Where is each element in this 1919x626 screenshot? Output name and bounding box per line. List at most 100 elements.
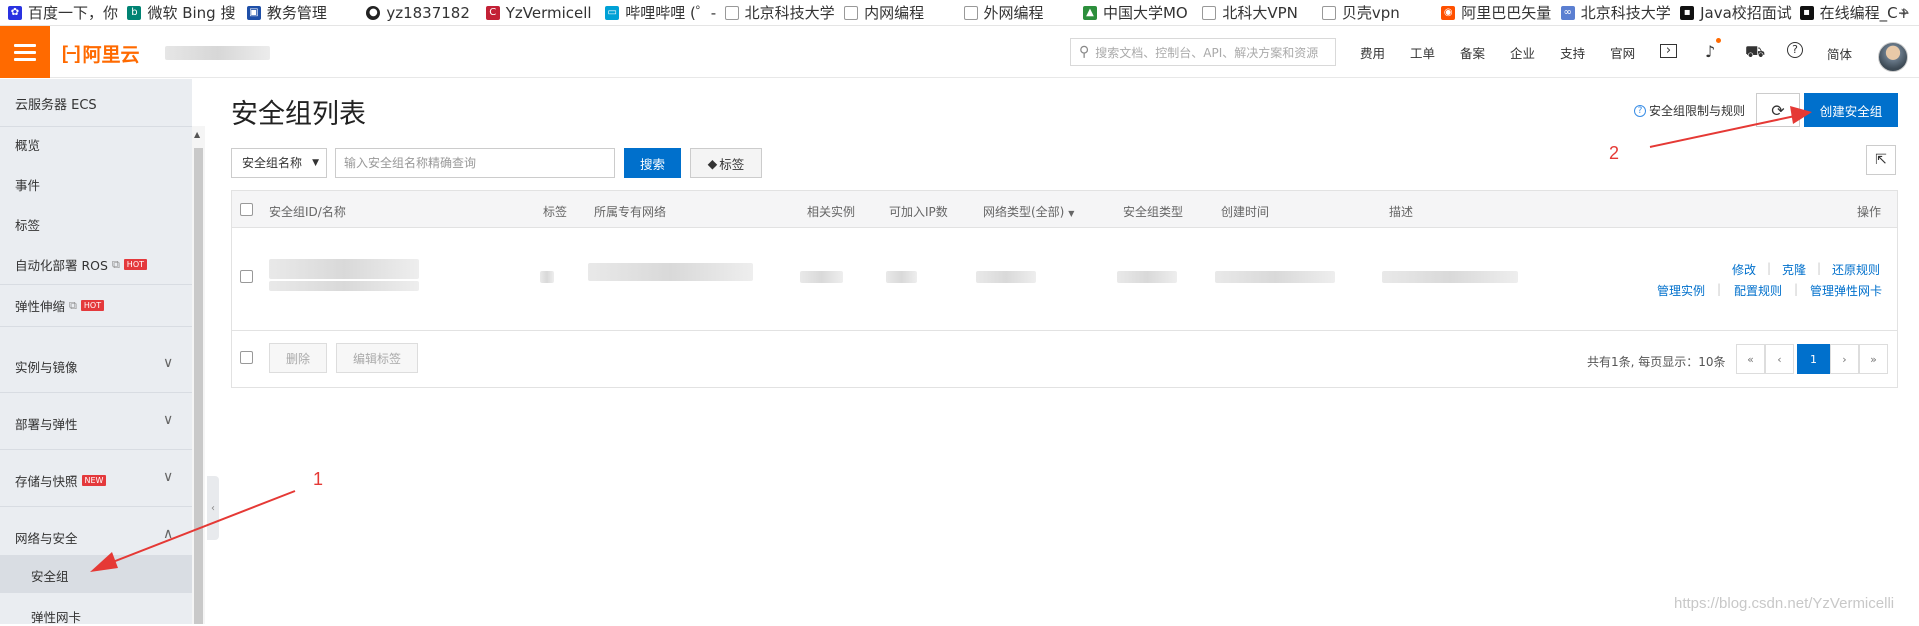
chevron-up-icon[interactable]: ∧ [163, 526, 173, 542]
divider [0, 126, 192, 127]
sidebar-group-storage-snapshot[interactable]: 存储与快照 NEW [15, 471, 107, 490]
manage-eni-link[interactable]: 管理弹性网卡 [1810, 282, 1882, 299]
delete-button[interactable]: 删除 [269, 343, 327, 373]
aliyun-logo[interactable]: [−] 阿里云 [62, 40, 140, 67]
menu-icon[interactable] [0, 26, 50, 78]
sidebar-item-events[interactable]: 事件 [15, 175, 40, 194]
sidebar-group-instances-images[interactable]: 实例与镜像 [15, 357, 78, 376]
hot-badge: HOT [123, 259, 147, 270]
scrollbar-thumb[interactable] [194, 148, 203, 624]
row-checkbox[interactable] [240, 270, 253, 283]
bookmark-iconfont[interactable]: ◉ 阿里巴巴矢量 [1441, 2, 1556, 23]
nowcoder-icon: ▪ [1799, 5, 1814, 20]
page-icon [844, 5, 859, 20]
restore-rules-link[interactable]: 还原规则 [1832, 261, 1880, 278]
sidebar-item-ros[interactable]: 自动化部署 ROS ⧉ HOT [15, 255, 147, 274]
col-network-type[interactable]: 网络类型(全部) ▼ [983, 203, 1074, 220]
bookmark-mooc[interactable]: ▲ 中国大学MO [1082, 2, 1198, 23]
pagination-page-1[interactable]: 1 [1797, 344, 1830, 374]
bookmark-bing[interactable]: b 微软 Bing 搜 [127, 2, 242, 23]
edit-tags-button[interactable]: 编辑标签 [336, 343, 418, 373]
refresh-button[interactable]: ⟳ [1756, 93, 1800, 127]
search-button[interactable]: 搜索 [624, 148, 681, 178]
chevron-down-icon[interactable]: ∨ [163, 412, 173, 428]
export-button[interactable]: ⇱ [1866, 145, 1896, 175]
notification-dot [1716, 38, 1721, 43]
caret-down-icon: ▼ [312, 158, 319, 168]
sidebar-item-auto-scaling[interactable]: 弹性伸缩 ⧉ HOT [15, 296, 105, 315]
sidebar-item-eni[interactable]: 弹性网卡 [31, 607, 81, 626]
page-title: 安全组列表 [231, 99, 366, 130]
pagination-first[interactable]: « [1736, 344, 1765, 374]
divider [0, 449, 192, 450]
paw-icon: ✿ [8, 5, 22, 20]
bookmark-java-interview[interactable]: ▪ Java校招面试 [1680, 2, 1795, 23]
bookmark-ustb-1[interactable]: 北京科技大学 [724, 2, 840, 23]
nav-link-ticket[interactable]: 工单 [1410, 43, 1435, 62]
sidebar-item-overview[interactable]: 概览 [15, 135, 40, 154]
divider [0, 284, 192, 285]
col-instances: 相关实例 [807, 205, 856, 219]
chevron-down-icon[interactable]: ∨ [163, 355, 173, 371]
bookmark-baidu[interactable]: ✿ 百度一下，你 [8, 2, 123, 23]
sg-type-cell-redacted [1117, 271, 1177, 283]
bookmark-intranet-coding[interactable]: 内网编程 [844, 2, 959, 23]
nav-link-filing[interactable]: 备案 [1460, 43, 1485, 62]
bookmark-bilibili[interactable]: ▭ 哔哩哔哩 (゜- [605, 2, 720, 23]
pagination-next[interactable]: › [1830, 344, 1859, 374]
select-all-checkbox[interactable] [240, 203, 253, 216]
sidebar-collapse-handle[interactable]: ‹ [207, 476, 219, 540]
sidebar-group-network-security[interactable]: 网络与安全 [15, 528, 78, 547]
help-icon: ? [1634, 104, 1646, 117]
divider [0, 506, 192, 507]
page-icon [963, 5, 978, 20]
external-link-icon: ⧉ [111, 257, 120, 271]
create-security-group-button[interactable]: 创建安全组 [1804, 93, 1898, 127]
pagination-prev[interactable]: ‹ [1765, 344, 1794, 374]
nav-link-billing[interactable]: 费用 [1360, 43, 1385, 62]
aliyun-logo-icon: [−] [62, 43, 80, 63]
footer-select-all-checkbox[interactable] [240, 351, 253, 364]
bookmarks-bar: ✿ 百度一下，你 b 微软 Bing 搜 ▣ 教务管理 ● yz1837182 C YzV… [0, 0, 1919, 26]
bookmark-beike-vpn[interactable]: 贝壳vpn [1321, 2, 1437, 23]
divider: | [1767, 261, 1772, 275]
language-switch[interactable]: 简体 [1827, 44, 1852, 63]
nav-link-official-site[interactable]: 官网 [1610, 43, 1635, 62]
annotation-label-1: 1 [313, 469, 324, 489]
terminal-icon[interactable]: › [1660, 44, 1677, 58]
cart-icon[interactable]: ⛟ [1745, 42, 1765, 63]
scroll-up-icon[interactable]: ▲ [194, 130, 200, 139]
security-group-search-input[interactable]: 输入安全组名称精确查询 [335, 148, 615, 178]
sidebar-item-security-group[interactable]: 安全组 [31, 566, 69, 585]
bookmark-external-coding[interactable]: 外网编程 [963, 2, 1079, 23]
bookmark-github[interactable]: ● yz1837182 [366, 4, 481, 22]
tag-filter-button[interactable]: ◆ 标签 [690, 148, 762, 178]
avatar[interactable] [1878, 42, 1908, 72]
limits-and-rules-link[interactable]: ? 安全组限制与规则 [1634, 102, 1745, 119]
bookmark-ustb-2[interactable]: ∞ 北京科技大学 [1560, 2, 1676, 23]
configure-rules-link[interactable]: 配置规则 [1734, 282, 1782, 299]
divider: | [1817, 261, 1822, 275]
bell-icon[interactable]: ♪ [1705, 42, 1715, 61]
bookmark-online-coding[interactable]: ▪ 在线编程_C+ [1799, 2, 1915, 23]
description-cell-redacted [1382, 271, 1518, 283]
global-search-input[interactable]: ⚲ 搜索文档、控制台、API、解决方案和资源 [1070, 38, 1336, 66]
bookmark-jiaowu[interactable]: ▣ 教务管理 [246, 2, 362, 23]
clone-link[interactable]: 克隆 [1782, 261, 1806, 278]
sidebar-item-tags[interactable]: 标签 [15, 215, 40, 234]
sg-id-redacted[interactable] [269, 259, 419, 279]
nav-link-support[interactable]: 支持 [1560, 43, 1585, 62]
help-icon[interactable]: ? [1787, 42, 1803, 58]
bookmark-csdn[interactable]: C YzVermicell [485, 4, 601, 22]
col-tags: 标签 [543, 205, 568, 219]
sidebar-group-deploy-elastic[interactable]: 部署与弹性 [15, 414, 78, 433]
modify-link[interactable]: 修改 [1732, 261, 1756, 278]
pagination-last[interactable]: » [1859, 344, 1888, 374]
bookmark-vpn[interactable]: 北科大VPN [1202, 2, 1317, 23]
manage-instances-link[interactable]: 管理实例 [1657, 282, 1705, 299]
chevron-down-icon[interactable]: ∨ [163, 469, 173, 485]
sidebar-scrollbar[interactable]: ▲ [192, 126, 205, 624]
nav-link-enterprise[interactable]: 企业 [1510, 43, 1535, 62]
filter-field-select[interactable]: 安全组名称 ▼ [231, 148, 327, 178]
more-bookmarks-icon[interactable]: » [1900, 4, 1909, 20]
